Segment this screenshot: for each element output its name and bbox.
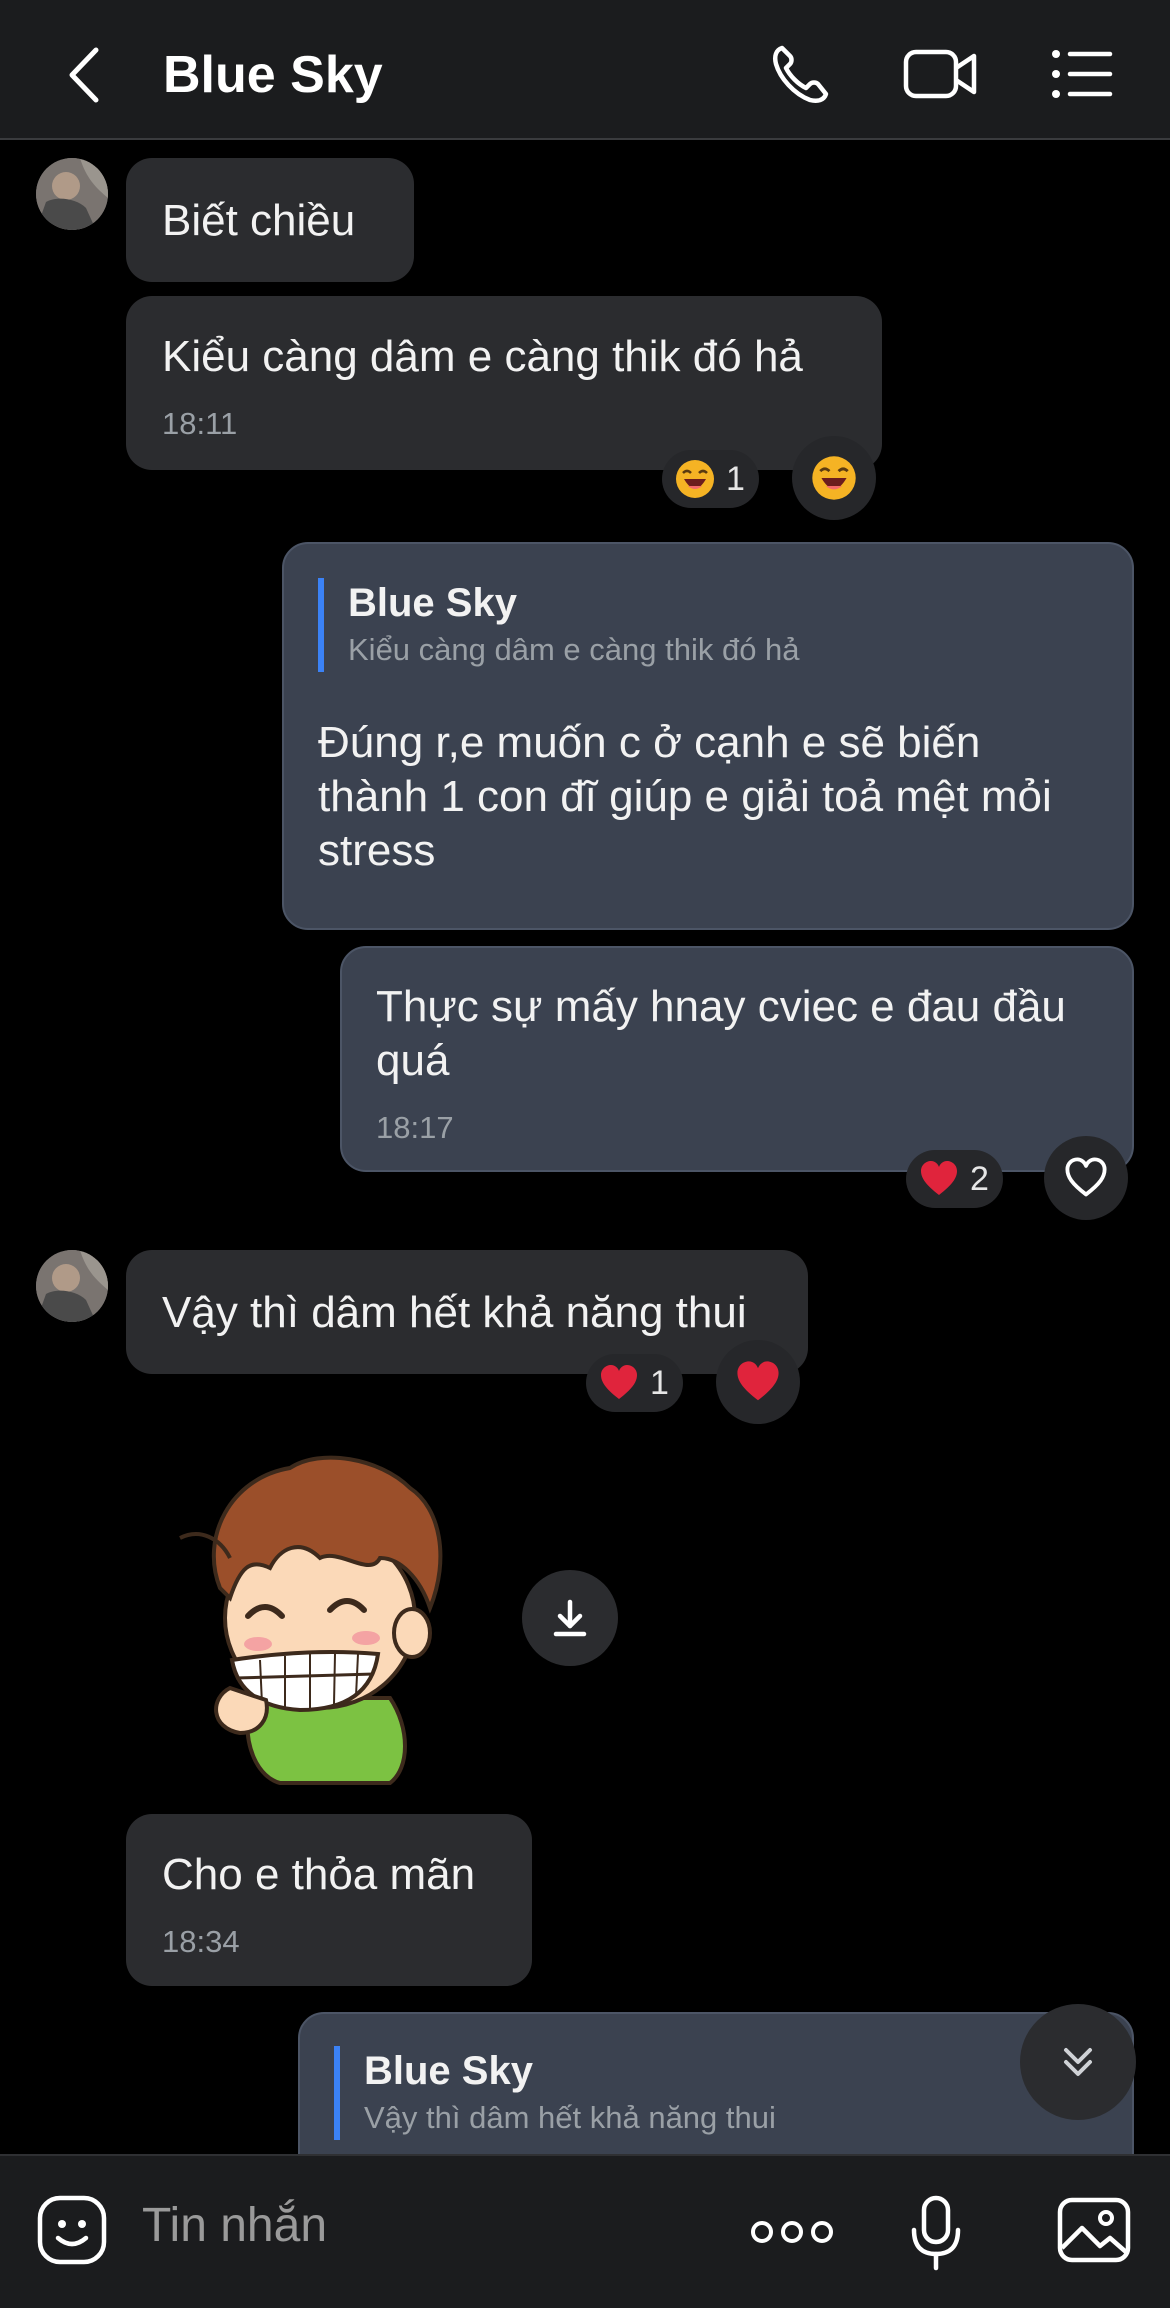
download-icon	[553, 1599, 587, 1637]
message-input[interactable]: Tin nhắn	[142, 2196, 327, 2256]
heart-outline-icon	[1065, 1157, 1107, 1197]
message-text: Đúng r,e muốn c ở cạnh e sẽ biến thành 1…	[318, 718, 1052, 875]
laughing-face-icon	[812, 456, 856, 500]
reaction-summary[interactable]: 2	[906, 1150, 1003, 1208]
laughing-face-icon	[676, 460, 714, 498]
reply-quote-text: Vậy thì dâm hết khả năng thui	[364, 2100, 776, 2135]
image-icon[interactable]	[1056, 2194, 1132, 2266]
message-text: Kiểu càng dâm e càng thik đó hả	[162, 332, 803, 381]
scroll-to-bottom-button[interactable]	[1020, 2004, 1136, 2120]
message-bubble[interactable]: Vậy thì dâm hết khả năng thui	[126, 1250, 808, 1374]
react-button[interactable]	[792, 436, 876, 520]
video-camera-icon[interactable]	[900, 38, 980, 110]
message-bubble[interactable]: Kiểu càng dâm e càng thik đó hả 18:11	[126, 296, 882, 470]
message-text: Vậy thì dâm hết khả năng thui	[162, 1288, 747, 1337]
reaction-count: 1	[726, 459, 745, 498]
back-icon[interactable]	[60, 44, 110, 106]
message-bubble[interactable]: Biết chiều	[126, 158, 414, 282]
reply-quote[interactable]: Blue Sky Vậy thì dâm hết khả năng thui	[334, 2046, 776, 2140]
message-bubble[interactable]: Thực sự mấy hnay cviec e đau đầu quá 18:…	[340, 946, 1134, 1172]
chat-title[interactable]: Blue Sky	[163, 44, 383, 106]
phone-icon[interactable]	[762, 38, 842, 110]
reply-quote-text: Kiểu càng dâm e càng thik đó hả	[348, 632, 800, 667]
message-bubble[interactable]: Cho e thỏa mãn 18:34	[126, 1814, 532, 1986]
message-bubble[interactable]: Blue Sky Kiểu càng dâm e càng thik đó hả…	[282, 542, 1134, 930]
red-heart-icon	[601, 1365, 637, 1399]
list-menu-icon[interactable]	[1040, 38, 1120, 110]
red-heart-icon	[921, 1161, 957, 1195]
message-time: 18:34	[162, 1924, 240, 1959]
reply-quote[interactable]: Blue Sky Kiểu càng dâm e càng thik đó hả	[318, 578, 800, 672]
message-text: Biết chiều	[162, 196, 356, 245]
download-button[interactable]	[522, 1570, 618, 1666]
composer-bar: Tin nhắn	[0, 2154, 1170, 2308]
reaction-summary[interactable]: 1	[662, 450, 759, 508]
double-chevron-down-icon	[1064, 2048, 1092, 2076]
message-time: 18:11	[162, 406, 238, 441]
sticker-face-icon[interactable]	[36, 2194, 108, 2266]
message-text: Thực sự mấy hnay cviec e đau đầu quá	[376, 982, 1066, 1085]
heart-react-button[interactable]	[716, 1340, 800, 1424]
reply-quote-name: Blue Sky	[348, 581, 517, 625]
microphone-icon[interactable]	[908, 2194, 964, 2274]
reply-quote-name: Blue Sky	[364, 2049, 533, 2093]
red-heart-icon	[737, 1361, 779, 1401]
chat-header: Blue Sky	[0, 0, 1170, 140]
heart-react-button[interactable]	[1044, 1136, 1128, 1220]
message-text: Cho e thỏa mãn	[162, 1850, 476, 1899]
more-dots-icon[interactable]	[750, 2214, 834, 2250]
reaction-count: 1	[650, 1363, 669, 1402]
reaction-count: 2	[970, 1159, 989, 1198]
reaction-summary[interactable]: 1	[586, 1354, 683, 1412]
message-time: 18:17	[376, 1110, 454, 1145]
avatar[interactable]	[36, 158, 108, 230]
avatar[interactable]	[36, 1250, 108, 1322]
cartoon-boy-grinning-sticker[interactable]	[170, 1448, 480, 1788]
